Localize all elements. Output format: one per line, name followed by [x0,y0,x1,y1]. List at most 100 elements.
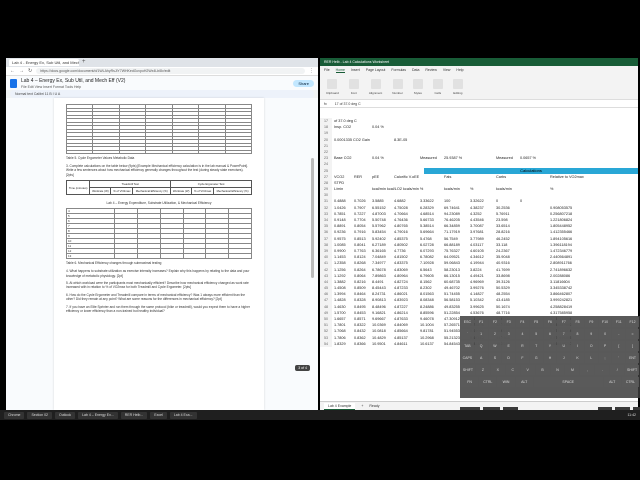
key[interactable]: W [488,341,502,351]
doc-page[interactable]: Table 5. Cycle Ergometer Values Metaboli… [54,98,264,410]
key[interactable]: 6 [543,329,557,339]
key[interactable]: F4 [516,317,529,327]
ribbon-tab-formulas[interactable]: Formulas [391,68,406,72]
add-sheet-icon[interactable]: + [361,404,363,408]
key[interactable]: O [584,341,598,351]
row-number[interactable]: 54 [320,340,332,347]
sheet-cell[interactable]: 1.8329 [334,341,346,347]
key[interactable]: 5 [529,329,543,339]
key[interactable]: F7 [557,317,571,327]
taskbar-item[interactable]: Chrome [4,411,25,419]
ribbon-group[interactable]: Alignment [369,78,382,95]
sheet-cell[interactable]: 10.9501 [372,341,386,347]
key[interactable]: 7 [557,329,571,339]
forward-icon[interactable]: → [19,68,24,74]
share-button[interactable]: Share [293,79,314,87]
key[interactable]: F1 [474,317,488,327]
table-cell[interactable] [205,253,230,260]
key[interactable]: ; [598,353,612,363]
doc-menu[interactable]: File Edit View Insert Format Tools Help [21,85,125,89]
key[interactable]: ESC [461,317,474,327]
key[interactable]: CAPS [461,353,474,363]
key[interactable]: B [535,365,550,375]
ribbon-tab-home[interactable]: Home [335,68,345,73]
taskbar-item[interactable]: RER Helb... [120,411,148,419]
key[interactable]: J [557,353,571,363]
table-cell[interactable] [65,149,94,154]
key[interactable]: A [474,353,488,363]
table-cell[interactable] [145,149,173,154]
key[interactable]: K [571,353,584,363]
taskbar-item[interactable]: Section 02 [27,411,52,419]
key[interactable]: 2 [488,329,502,339]
new-tab-icon[interactable]: + [82,59,86,66]
key[interactable]: CTRL [479,377,497,387]
sheet-grid[interactable]: 17 of 37.0 deg C 18 Insp. CO2 0.04 % 19 20 0.00… [320,118,638,347]
key[interactable]: F10 [598,317,612,327]
key[interactable]: FN [461,377,479,387]
taskbar-item[interactable]: Lab 4 – Energy Ex... [78,411,118,419]
ribbon-button-icon[interactable] [392,78,403,89]
ribbon-button-icon[interactable] [412,78,423,89]
key[interactable]: T [529,341,543,351]
ribbon-tab-data[interactable]: Data [412,68,419,72]
key[interactable]: F12 [626,317,639,327]
ribbon-tab-file[interactable]: File [324,68,330,72]
ribbon-button-icon[interactable] [452,78,463,89]
sheet-cell[interactable]: 0.8366 [354,341,366,347]
key[interactable]: 3 [502,329,516,339]
table-cell[interactable] [114,253,138,260]
table-cell[interactable] [228,253,252,260]
key[interactable]: D [502,353,516,363]
taskbar-item[interactable]: Excel [150,411,167,419]
key[interactable]: . [595,365,610,375]
url-input[interactable]: https://docs.google.com/document/d/1WLAh… [36,68,305,74]
ribbon-button-icon[interactable] [327,78,338,89]
key[interactable]: F11 [612,317,626,327]
key[interactable]: L [584,353,598,363]
table-cell[interactable] [198,149,226,154]
ribbon-button-icon[interactable] [348,78,359,89]
key[interactable]: SPACE [533,377,603,387]
sheet-cell[interactable]: 4.84611 [394,341,407,347]
key[interactable]: H [543,353,557,363]
key[interactable]: E [502,341,516,351]
formula-bar[interactable]: fx 17 of 37.0 deg C [320,100,638,108]
key[interactable]: N [550,365,565,375]
ribbon-group[interactable]: Styles [412,78,423,95]
key[interactable]: M [565,365,580,375]
key[interactable]: U [557,341,571,351]
key[interactable]: C [505,365,520,375]
key[interactable]: F5 [529,317,543,327]
key[interactable]: - [612,329,626,339]
ribbon-group[interactable]: Editing [452,78,463,95]
key[interactable]: S [488,353,502,363]
back-icon[interactable]: ← [10,68,15,74]
ribbon-group[interactable]: Clipboard [326,78,339,95]
key[interactable]: ` [461,329,474,339]
key[interactable]: F2 [488,317,502,327]
key[interactable]: Y [543,341,557,351]
ribbon-tab-page-layout[interactable]: Page Layout [366,68,386,72]
ribbon-tab-insert[interactable]: Insert [351,68,360,72]
browser-tab[interactable]: Lab 4 - Energy Ex, Sub Util, and Mech Ef… [9,59,79,66]
key[interactable]: 9 [584,329,598,339]
table-cell[interactable] [92,149,120,154]
key[interactable]: SHIFT [625,365,640,375]
key[interactable]: , [580,365,595,375]
key[interactable]: F [516,353,529,363]
ribbon-group[interactable]: Cells [432,78,443,95]
key[interactable]: / [610,365,625,375]
key[interactable]: X [490,365,505,375]
key[interactable]: SHIFT [461,365,475,375]
ribbon-button-icon[interactable] [370,78,381,89]
key[interactable]: TAB [461,341,474,351]
key[interactable]: 8 [571,329,584,339]
ribbon-tab-review[interactable]: Review [425,68,436,72]
table-cell[interactable] [182,253,207,260]
table-cell[interactable] [118,149,147,154]
sheet-tab[interactable]: Lab 4 Example [324,402,356,410]
table-cell[interactable] [159,253,184,260]
ribbon-group[interactable]: Font [348,78,359,95]
key[interactable]: 1 [474,329,488,339]
